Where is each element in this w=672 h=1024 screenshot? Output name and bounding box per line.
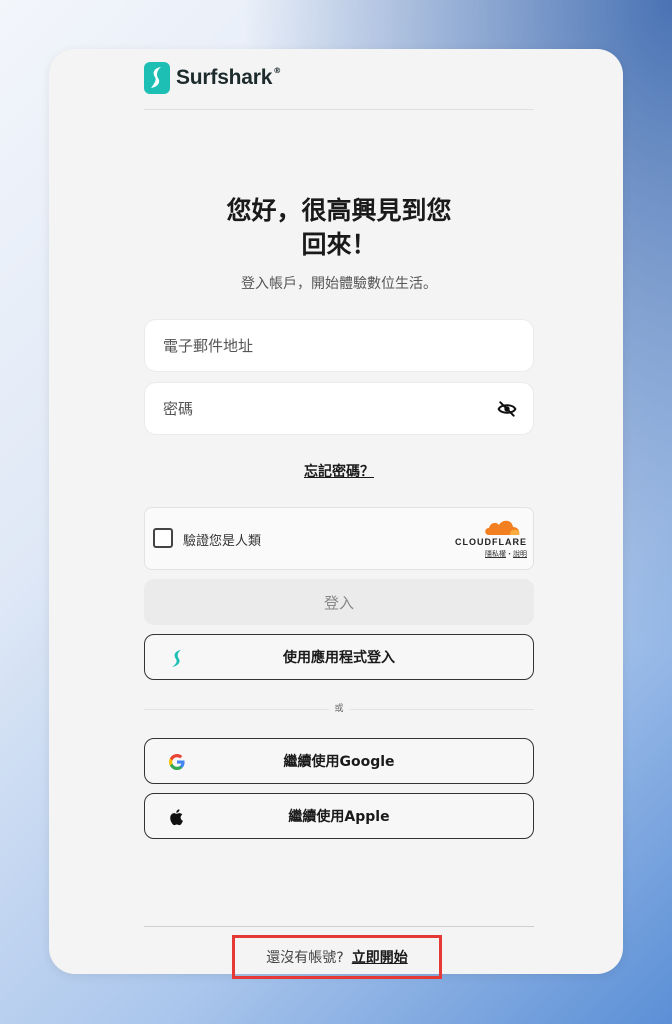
captcha-checkbox[interactable] — [153, 528, 173, 548]
password-field[interactable] — [144, 382, 534, 435]
captcha-widget: 驗證您是人類 CLOUDFLARE 隱私權・說明 — [144, 507, 534, 570]
password-input[interactable] — [161, 398, 497, 419]
or-label: 或 — [329, 701, 349, 714]
surfshark-logo-icon — [144, 62, 170, 94]
apple-login-label: 繼續使用Apple — [288, 809, 390, 825]
login-button[interactable]: 登入 — [144, 579, 534, 625]
google-icon — [169, 754, 185, 770]
captcha-label: 驗證您是人類 — [183, 534, 262, 549]
app-login-label: 使用應用程式登入 — [283, 650, 395, 666]
email-field[interactable] — [144, 319, 534, 372]
forgot-password-link[interactable]: 忘記密碼？ — [144, 461, 534, 481]
brand-name: Surfshark — [176, 66, 273, 89]
eye-off-icon[interactable] — [497, 399, 517, 419]
cloudflare-branding: CLOUDFLARE 隱私權・說明 — [447, 518, 527, 562]
google-login-label: 繼續使用Google — [283, 754, 395, 770]
surfshark-app-icon — [172, 650, 181, 667]
google-login-button[interactable]: 繼續使用Google — [144, 738, 534, 784]
captcha-links: 隱私權・說明 — [485, 549, 527, 559]
page-title: 您好，很高興見到您 回來！ — [144, 194, 534, 262]
page-title-line-2: 回來！ — [301, 230, 377, 259]
brand-registered-mark: ® — [273, 65, 282, 75]
signup-prompt: 還沒有帳號? 立即開始 — [232, 935, 442, 979]
captcha-help-link[interactable]: 說明 — [513, 550, 527, 558]
brand-logo[interactable]: Surfshark ® — [144, 61, 281, 95]
login-card: Surfshark ® 您好，很高興見到您 回來！ 登入帳戶，開始體驗數位生活。… — [49, 49, 623, 979]
app-login-button[interactable]: 使用應用程式登入 — [144, 634, 534, 680]
signup-prompt-text: 還沒有帳號? — [266, 950, 344, 966]
cloudflare-cloud-icon — [485, 520, 520, 535]
apple-login-button[interactable]: 繼續使用Apple — [144, 793, 534, 839]
header-divider — [144, 109, 534, 110]
page-subtitle: 登入帳戶，開始體驗數位生活。 — [241, 276, 437, 292]
signup-link[interactable]: 立即開始 — [352, 947, 408, 967]
captcha-privacy-link[interactable]: 隱私權 — [485, 550, 506, 558]
apple-icon — [170, 809, 183, 826]
cloudflare-wordmark: CLOUDFLARE — [455, 537, 527, 547]
email-input[interactable] — [161, 335, 517, 356]
page-title-line-1: 您好，很高興見到您 — [226, 196, 452, 225]
footer-divider — [144, 926, 534, 927]
captcha-links-separator: ・ — [506, 550, 513, 558]
